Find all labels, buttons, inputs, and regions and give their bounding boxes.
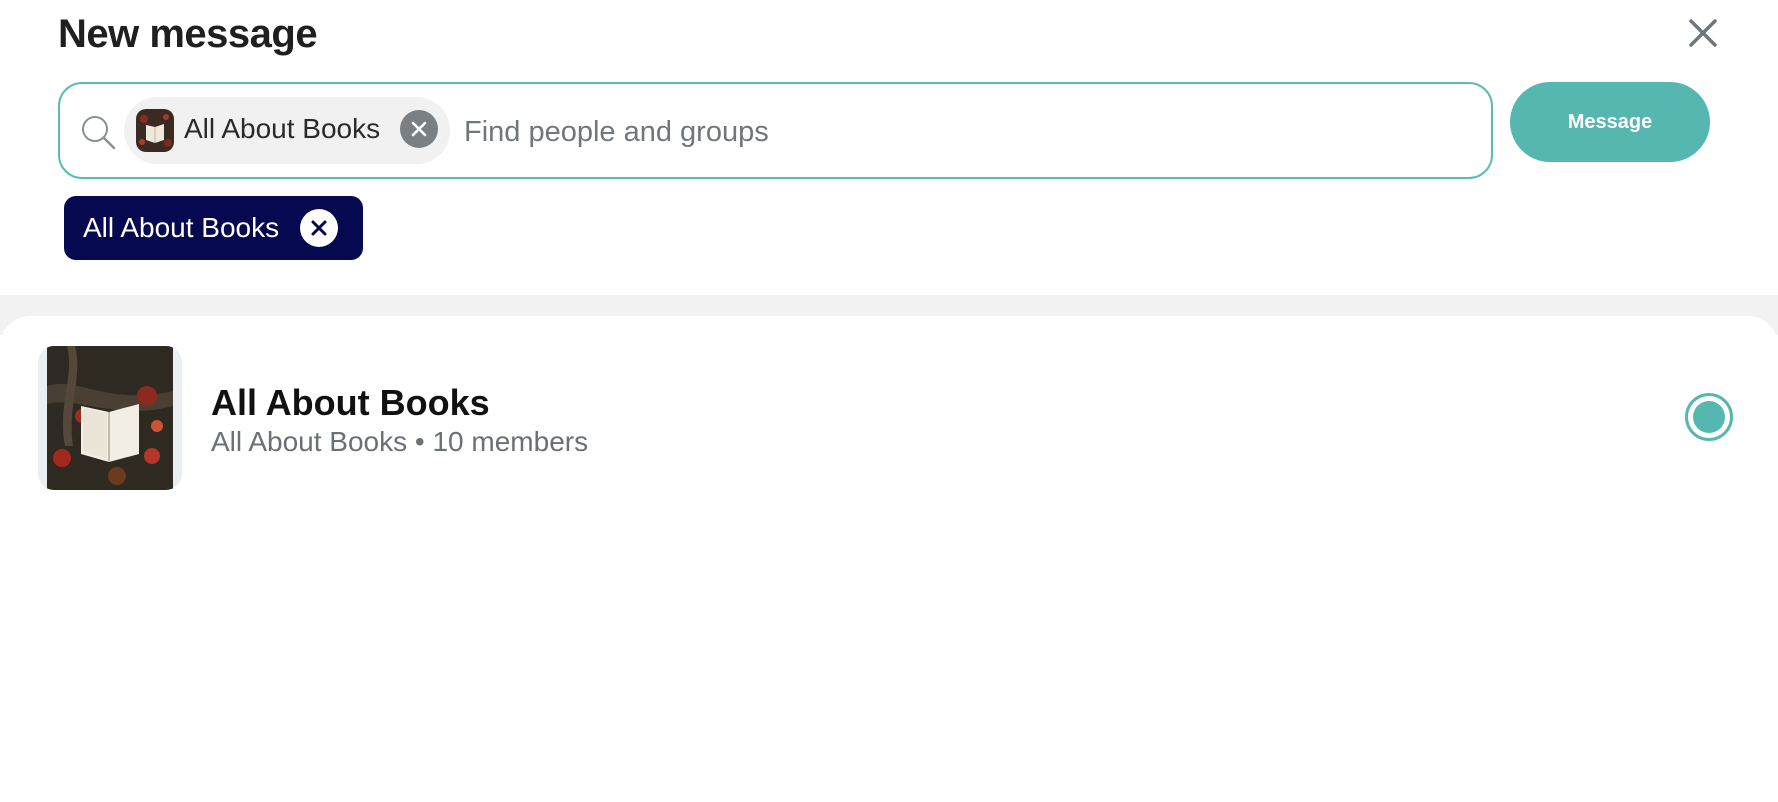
search-results-list: All About Books All About Books • 10 mem… — [0, 316, 1778, 802]
close-button[interactable] — [1686, 16, 1720, 50]
dialog-title: New message — [58, 12, 318, 56]
recipient-chip: All About Books — [124, 97, 450, 164]
list-item[interactable]: All About Books All About Books • 10 mem… — [0, 316, 1778, 496]
new-message-dialog-header: New message All About Books Find people … — [0, 0, 1778, 295]
selected-tag-remove-button[interactable] — [300, 209, 338, 247]
selected-recipient-tag: All About Books — [64, 196, 363, 260]
search-icon — [82, 116, 116, 150]
group-name: All About Books — [211, 382, 490, 423]
group-avatar — [136, 109, 174, 152]
chip-label: All About Books — [184, 113, 381, 144]
select-radio[interactable] — [1685, 393, 1733, 441]
close-icon — [311, 220, 327, 236]
message-button[interactable]: Message — [1510, 82, 1710, 162]
close-icon — [411, 121, 427, 137]
group-meta: All About Books • 10 members — [211, 426, 589, 457]
radio-selected-dot — [1693, 401, 1725, 433]
selected-tag-label: All About Books — [83, 212, 280, 243]
search-input[interactable] — [464, 102, 1464, 162]
recipient-search-box[interactable]: All About Books — [58, 82, 1493, 179]
close-icon — [1689, 19, 1717, 47]
group-thumbnail — [38, 346, 182, 490]
chip-remove-button[interactable] — [400, 110, 438, 148]
